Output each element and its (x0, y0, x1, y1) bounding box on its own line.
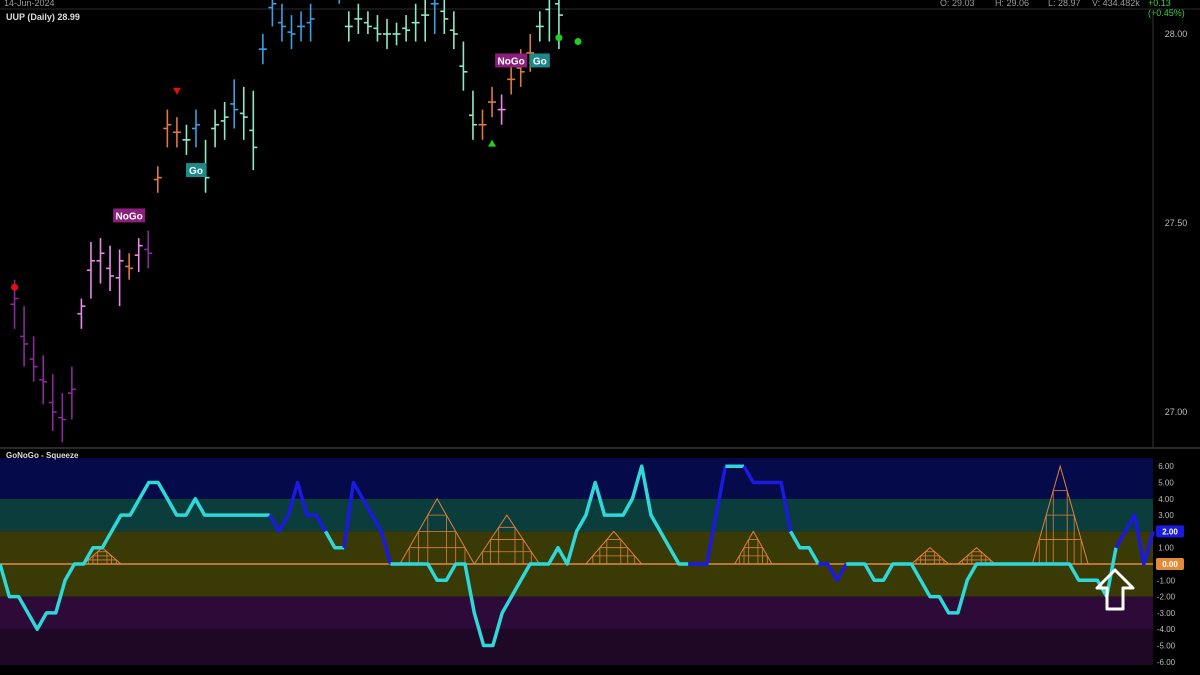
nogo-label-text: NoGo (498, 56, 525, 67)
go-label-text: Go (189, 166, 203, 177)
oscillator-band (0, 629, 1153, 666)
chart-canvas: 27.0027.5028.0028.50NoGoGoNoGoGoNoGoGoGo… (0, 0, 1200, 667)
oscillator-band (0, 564, 1153, 597)
oscillator-band (0, 498, 1153, 532)
signal-dot-marker (574, 38, 582, 46)
oscillator-value-tag-text: 2.00 (1162, 527, 1178, 536)
signal-triangle-up-marker (488, 139, 497, 147)
oscillator-tick-label: 5.00 (1158, 479, 1174, 488)
oscillator-tick-label: -6.00 (1157, 658, 1176, 667)
nogo-label-text: NoGo (116, 211, 143, 222)
signal-dot-marker (11, 283, 19, 291)
oscillator-tick-label: 3.00 (1158, 511, 1174, 520)
price-chart-title: UUP (Daily) 28.99 (6, 12, 80, 22)
go-label-text: Go (533, 56, 547, 67)
signal-triangle-down-marker (172, 87, 181, 95)
oscillator-tick-label: 4.00 (1158, 495, 1174, 504)
oscillator-band (0, 458, 1153, 499)
oscillator-band (0, 596, 1153, 630)
oscillator-tick-label: -2.00 (1157, 593, 1176, 602)
price-tick-label: 27.50 (1165, 218, 1188, 228)
price-tick-label: 27.00 (1165, 407, 1188, 417)
price-tick-label: 28.00 (1165, 29, 1188, 39)
price-pane: 27.0027.5028.0028.50NoGoGoNoGoGoNoGoGoGo… (0, 0, 1200, 449)
oscillator-value-tag-text: 0.00 (1162, 560, 1178, 569)
oscillator-tick-label: -1.00 (1157, 576, 1176, 585)
oscillator-tick-label: 6.00 (1158, 462, 1174, 471)
oscillator-pane: 6.00 5.00 4.00 3.00 2.00 1.00 0.00 -1.00 -2.00 -3… (0, 451, 1184, 667)
oscillator-title: GoNoGo - Squeeze (6, 451, 79, 460)
oscillator-tick-label: -4.00 (1157, 625, 1176, 634)
oscillator-tick-label: 1.00 (1158, 544, 1174, 553)
oscillator-tick-label: -5.00 (1157, 642, 1176, 651)
signal-dot-marker (555, 34, 563, 42)
oscillator-tick-label: -3.00 (1157, 609, 1176, 618)
